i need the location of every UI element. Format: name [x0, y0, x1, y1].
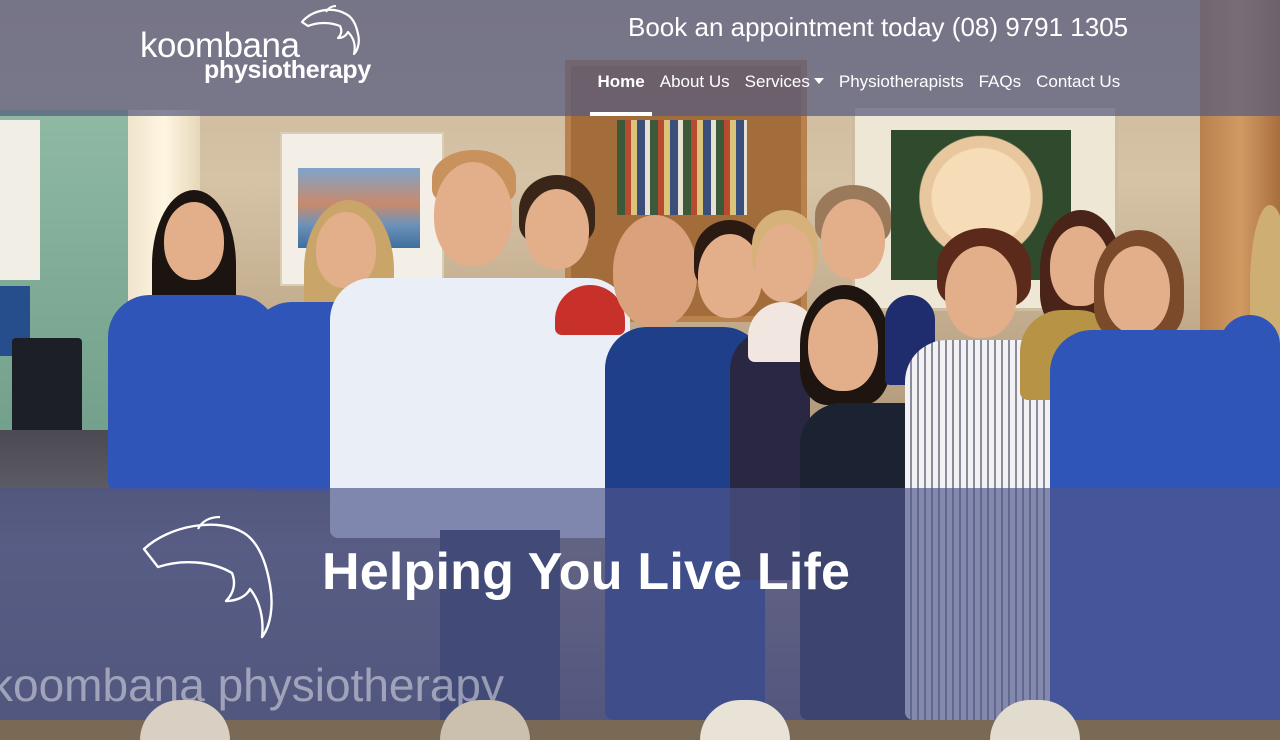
nav-contact-us-label: Contact Us: [1036, 72, 1121, 91]
nav-faqs[interactable]: FAQs: [971, 68, 1029, 116]
hero-title: Helping You Live Life: [322, 543, 851, 601]
reception-desk-logo: koombana physiotherapy: [0, 659, 504, 711]
nav-home-label: Home: [597, 72, 645, 91]
book-appointment-phone[interactable]: Book an appointment today (08) 9791 1305: [628, 12, 1128, 43]
nav-contact-us[interactable]: Contact Us: [1029, 68, 1128, 116]
dolphin-outline-icon: [142, 515, 273, 639]
nav-services[interactable]: Services: [737, 68, 831, 116]
dolphin-icon: [300, 5, 360, 56]
photo-books: [617, 120, 747, 215]
site-logo[interactable]: koombana physiotherapy: [140, 4, 380, 90]
photo-notice-board: [0, 120, 40, 280]
logo-text-physiotherapy: physiotherapy: [204, 56, 371, 84]
caret-down-icon: [813, 78, 824, 84]
nav-physiotherapists[interactable]: Physiotherapists: [831, 68, 971, 116]
main-navigation: Home About Us Services Physiotherapists …: [590, 68, 1128, 116]
nav-faqs-label: FAQs: [978, 72, 1022, 91]
nav-services-label: Services: [744, 72, 810, 91]
nav-home[interactable]: Home: [590, 68, 653, 116]
nav-about-us[interactable]: About Us: [652, 68, 737, 116]
nav-physiotherapists-label: Physiotherapists: [838, 72, 964, 91]
nav-about-us-label: About Us: [659, 72, 730, 91]
